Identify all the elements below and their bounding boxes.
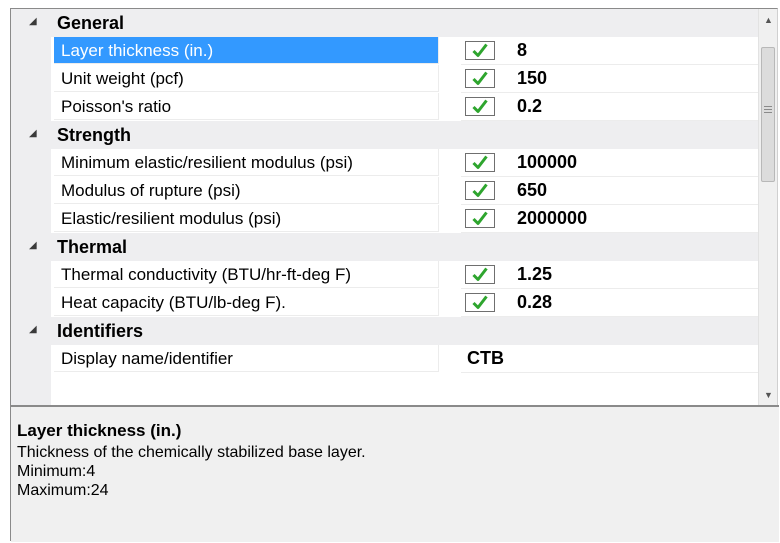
category-title: Strength — [57, 125, 131, 145]
property-row-poissons-ratio[interactable]: Poisson's ratio 0.2 — [11, 93, 758, 121]
property-row-min-modulus[interactable]: Minimum elastic/resilient modulus (psi) … — [11, 149, 758, 177]
checkmark-icon — [472, 267, 488, 281]
property-value-cell[interactable]: 1.25 — [461, 261, 758, 289]
property-name[interactable]: Elastic/resilient modulus (psi) — [54, 205, 439, 232]
category-title: General — [57, 13, 125, 33]
property-value-cell[interactable]: 0.2 — [461, 93, 758, 121]
property-value[interactable]: 0.2 — [517, 93, 542, 120]
scrollbar-thumb[interactable] — [761, 47, 775, 182]
description-title: Layer thickness (in.) — [17, 421, 182, 440]
property-value-cell[interactable]: 100000 — [461, 149, 758, 177]
collapse-triangle-icon[interactable]: ◢ — [29, 129, 39, 139]
grip-icon — [764, 106, 772, 114]
property-value[interactable]: CTB — [467, 345, 504, 372]
property-row-unit-weight[interactable]: Unit weight (pcf) 150 — [11, 65, 758, 93]
description-panel: Layer thickness (in.) Thickness of the c… — [11, 405, 779, 542]
property-value[interactable]: 0.28 — [517, 289, 552, 316]
checkmark-icon — [472, 71, 488, 85]
property-row-layer-thickness[interactable]: Layer thickness (in.) 8 — [11, 37, 758, 65]
property-value-cell[interactable]: CTB — [461, 345, 758, 373]
property-row-elastic-modulus[interactable]: Elastic/resilient modulus (psi) 2000000 — [11, 205, 758, 233]
category-thermal[interactable]: ◢ Thermal — [11, 233, 758, 261]
scroll-down-arrow-icon[interactable]: ▼ — [759, 385, 778, 405]
property-value[interactable]: 650 — [517, 177, 547, 204]
checkbox[interactable] — [465, 153, 495, 172]
checkbox[interactable] — [465, 265, 495, 284]
property-grid: ◢ General Layer thickness (in.) 8 Unit w… — [11, 9, 758, 405]
category-title: Identifiers — [57, 321, 144, 341]
checkbox[interactable] — [465, 97, 495, 116]
property-name[interactable]: Layer thickness (in.) — [54, 37, 439, 64]
checkbox[interactable] — [465, 41, 495, 60]
property-name[interactable]: Unit weight (pcf) — [54, 65, 439, 92]
checkmark-icon — [472, 155, 488, 169]
collapse-triangle-icon[interactable]: ◢ — [29, 325, 39, 335]
description-maximum: Maximum:24 — [17, 482, 109, 499]
property-name[interactable]: Heat capacity (BTU/lb-deg F). — [54, 289, 439, 316]
property-row-thermal-conductivity[interactable]: Thermal conductivity (BTU/hr-ft-deg F) 1… — [11, 261, 758, 289]
checkbox[interactable] — [465, 181, 495, 200]
checkbox[interactable] — [465, 209, 495, 228]
property-name[interactable]: Poisson's ratio — [54, 93, 439, 120]
property-value[interactable]: 2000000 — [517, 205, 587, 232]
property-value[interactable]: 100000 — [517, 149, 577, 176]
property-value-cell[interactable]: 0.28 — [461, 289, 758, 317]
category-identifiers[interactable]: ◢ Identifiers — [11, 317, 758, 345]
category-general[interactable]: ◢ General — [11, 9, 758, 37]
checkmark-icon — [472, 211, 488, 225]
property-value-cell[interactable]: 150 — [461, 65, 758, 93]
property-value[interactable]: 8 — [517, 37, 527, 64]
property-value[interactable]: 150 — [517, 65, 547, 92]
category-title: Thermal — [57, 237, 128, 257]
property-value[interactable]: 1.25 — [517, 261, 552, 288]
category-strength[interactable]: ◢ Strength — [11, 121, 758, 149]
property-grid-panel: ◢ General Layer thickness (in.) 8 Unit w… — [10, 8, 779, 542]
property-name[interactable]: Minimum elastic/resilient modulus (psi) — [54, 149, 439, 176]
property-value-cell[interactable]: 2000000 — [461, 205, 758, 233]
scroll-up-arrow-icon[interactable]: ▲ — [759, 9, 778, 29]
property-name[interactable]: Display name/identifier — [54, 345, 439, 372]
property-row-modulus-of-rupture[interactable]: Modulus of rupture (psi) 650 — [11, 177, 758, 205]
property-row-heat-capacity[interactable]: Heat capacity (BTU/lb-deg F). 0.28 — [11, 289, 758, 317]
description-text: Thickness of the chemically stabilized b… — [17, 444, 366, 461]
checkmark-icon — [472, 99, 488, 113]
checkmark-icon — [472, 43, 488, 57]
property-name[interactable]: Thermal conductivity (BTU/hr-ft-deg F) — [54, 261, 439, 288]
checkbox[interactable] — [465, 69, 495, 88]
checkmark-icon — [472, 295, 488, 309]
checkmark-icon — [472, 183, 488, 197]
vertical-scrollbar[interactable]: ▲ ▼ — [758, 9, 777, 405]
collapse-triangle-icon[interactable]: ◢ — [29, 241, 39, 251]
description-minimum: Minimum:4 — [17, 463, 96, 480]
property-row-display-name[interactable]: Display name/identifier CTB — [11, 345, 758, 373]
property-value-cell[interactable]: 8 — [461, 37, 758, 65]
property-value-cell[interactable]: 650 — [461, 177, 758, 205]
collapse-triangle-icon[interactable]: ◢ — [29, 17, 39, 27]
property-name[interactable]: Modulus of rupture (psi) — [54, 177, 439, 204]
description-body: Thickness of the chemically stabilized b… — [17, 443, 366, 500]
checkbox[interactable] — [465, 293, 495, 312]
